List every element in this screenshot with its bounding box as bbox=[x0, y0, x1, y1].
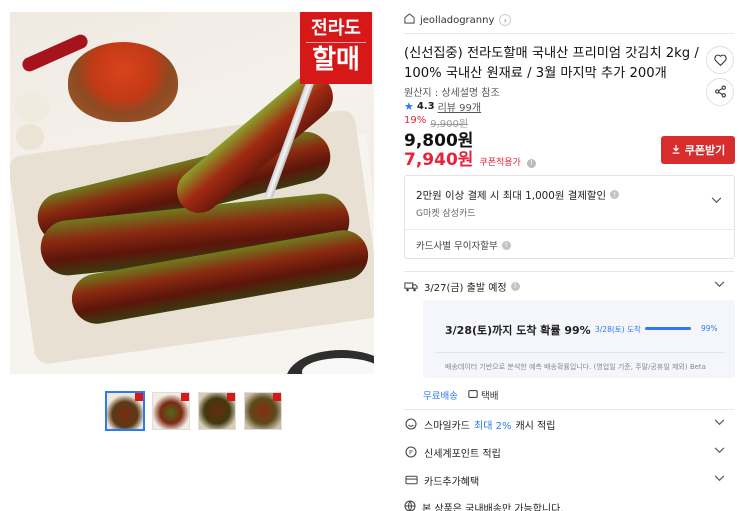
smilecard-benefit-row[interactable]: 스마일카드 최대 2% 캐시 적립 bbox=[404, 412, 735, 436]
divider bbox=[405, 229, 734, 230]
thumbnail-strip bbox=[105, 391, 282, 431]
coupon-price-label: 쿠폰적용가 bbox=[479, 158, 521, 168]
rating-row: ★ 4.3 리뷰 99개 bbox=[404, 99, 481, 114]
garlic bbox=[16, 124, 44, 150]
thumbnail-4[interactable] bbox=[244, 392, 282, 430]
info-icon[interactable]: ! bbox=[510, 281, 520, 291]
thumbnail-1[interactable] bbox=[105, 391, 145, 431]
review-count-link[interactable]: 리뷰 99개 bbox=[438, 99, 482, 114]
share-icon bbox=[714, 83, 727, 102]
domestic-text: 본 상품은 국내배송만 가능합니다. bbox=[422, 504, 564, 511]
card-icon bbox=[404, 473, 418, 487]
arrival-probability-box: 3/28(토)까지 도착 확률 99% 3/28(토) 도착 99% 배송데이터… bbox=[423, 300, 735, 378]
installment-row: 카드사별 무이자할부 ! bbox=[416, 238, 511, 252]
coupon-button-label: 쿠폰받기 bbox=[684, 144, 726, 157]
coupon-price-row: 7,940원 쿠폰적용가 ! bbox=[404, 145, 536, 170]
divider bbox=[404, 271, 734, 272]
divider bbox=[404, 409, 734, 410]
seller-link[interactable]: jeolladogranny › bbox=[404, 13, 512, 27]
card-name: G마켓 삼성카드 bbox=[416, 209, 476, 219]
card-extra-benefit-row[interactable]: 카드추가혜택 bbox=[404, 468, 735, 492]
card-promo-headline: 2만원 이상 결제 시 최대 1,000원 결제할인 bbox=[416, 190, 607, 202]
chevron-down-icon bbox=[714, 280, 725, 291]
globe-icon bbox=[404, 500, 416, 511]
heart-icon bbox=[713, 51, 727, 70]
origin-info: 원산지 : 상세설명 참조 bbox=[404, 88, 500, 99]
chevron-down-icon bbox=[714, 446, 725, 457]
courier-tag: 택배 bbox=[468, 388, 498, 402]
rating-score: 4.3 bbox=[416, 101, 435, 112]
shinsegae-text: 신세계포인트 적립 bbox=[424, 448, 501, 460]
svg-text:P: P bbox=[409, 450, 413, 457]
installment-text: 카드사별 무이자할부 bbox=[416, 241, 498, 252]
delivery-schedule-row[interactable]: 3/27(금) 출발 예정 ! bbox=[404, 274, 735, 298]
seller-name: jeolladogranny bbox=[420, 14, 495, 26]
smile-icon bbox=[404, 417, 418, 431]
divider bbox=[435, 352, 725, 353]
product-main-image[interactable]: 전라도 할매 bbox=[10, 12, 374, 374]
probability-note: 배송데이터 기반으로 분석한 예측 배송확률입니다. (영업일 기준, 주말/공… bbox=[445, 363, 706, 371]
arrival-probability-text: 3/28(토)까지 도착 확률 99% bbox=[445, 324, 591, 337]
coupon-price: 7,940원 bbox=[404, 150, 474, 170]
brand-stamp: 전라도 할매 bbox=[300, 12, 372, 84]
star-icon: ★ bbox=[404, 100, 414, 113]
shinsegae-point-row[interactable]: P 신세계포인트 적립 bbox=[404, 440, 735, 464]
product-title: (신선집중) 전라도할매 국내산 프리미엄 갓김치 2kg / 100% 국내산… bbox=[404, 46, 699, 81]
smilecard-prefix: 스마일카드 bbox=[424, 420, 470, 432]
domestic-shipping-notice: 본 상품은 국내배송만 가능합니다. bbox=[404, 500, 564, 511]
ship-date-text: 3/27(금) 출발 예정 bbox=[424, 282, 507, 294]
stamp-text-2: 할매 bbox=[306, 42, 366, 77]
arrival-date: 3/28(토) 도착 bbox=[595, 325, 641, 334]
card-promo-headline-row: 2만원 이상 결제 시 최대 1,000원 결제할인 ! bbox=[416, 187, 620, 202]
chili-powder-bowl bbox=[68, 42, 178, 122]
point-icon: P bbox=[404, 445, 418, 459]
store-icon bbox=[404, 13, 415, 27]
coupon-download-button[interactable]: 쿠폰받기 bbox=[661, 136, 735, 164]
thumbnail-3[interactable] bbox=[198, 392, 236, 430]
chevron-down-icon bbox=[714, 474, 725, 485]
free-shipping-tag: 무료배송 bbox=[423, 391, 458, 402]
share-button[interactable] bbox=[706, 78, 734, 106]
card-promo-box[interactable]: 2만원 이상 결제 시 최대 1,000원 결제할인 ! G마켓 삼성카드 카드… bbox=[404, 175, 735, 259]
chevron-down-icon bbox=[714, 418, 725, 429]
divider bbox=[404, 33, 734, 34]
chevron-right-icon: › bbox=[499, 14, 512, 26]
box-icon bbox=[468, 389, 478, 402]
thumbnail-2[interactable] bbox=[152, 392, 190, 430]
info-icon[interactable]: ! bbox=[610, 190, 620, 199]
arrival-probability-percent: 99% bbox=[701, 324, 718, 333]
chevron-down-icon[interactable] bbox=[711, 189, 722, 208]
wishlist-button[interactable] bbox=[706, 46, 734, 74]
smilecard-highlight: 최대 2% bbox=[474, 420, 512, 432]
stamp-text-1: 전라도 bbox=[311, 18, 361, 39]
shipping-tags: 무료배송 택배 bbox=[423, 388, 498, 402]
smilecard-suffix: 캐시 적립 bbox=[515, 420, 556, 432]
truck-icon bbox=[404, 279, 418, 293]
download-icon bbox=[671, 144, 681, 157]
courier-label: 택배 bbox=[480, 391, 499, 402]
info-icon[interactable]: ! bbox=[501, 240, 511, 250]
arrival-probability-bar bbox=[645, 327, 691, 330]
card-extra-text: 카드추가혜택 bbox=[424, 476, 480, 488]
info-icon[interactable]: ! bbox=[526, 158, 536, 168]
garlic bbox=[14, 92, 50, 122]
